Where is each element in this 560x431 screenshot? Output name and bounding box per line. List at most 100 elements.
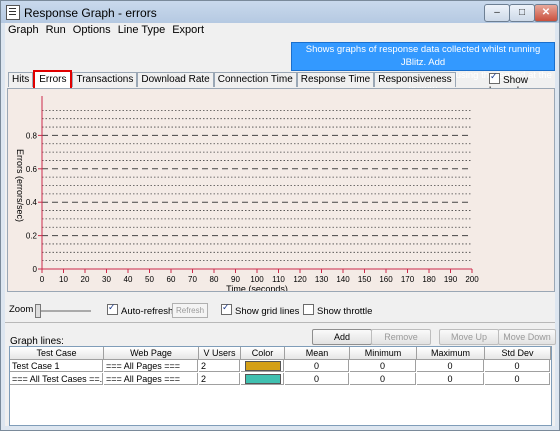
cell-maximum: 0 <box>417 373 484 385</box>
x-tick-label: 150 <box>358 275 372 284</box>
show-throttle-label: Show throttle <box>317 306 373 317</box>
color-swatch[interactable] <box>245 374 281 384</box>
column-header-minimum[interactable]: Minimum <box>350 347 417 360</box>
cell-minimum: 0 <box>350 373 416 385</box>
menu-bar: Graph Run Options Line Type Export <box>5 23 208 39</box>
menu-run[interactable]: Run <box>43 23 69 37</box>
cell-test-case: Test Case 1 <box>10 360 103 372</box>
show-grid-lines-checkbox[interactable]: Show grid lines <box>221 302 300 317</box>
x-tick-label: 180 <box>422 275 436 284</box>
x-tick-label: 120 <box>293 275 307 284</box>
tab-response-time[interactable]: Response Time <box>296 72 375 87</box>
cell-test-case: === All Test Cases ==... <box>10 373 103 385</box>
errors-chart: 0 0.2 0.4 0.6 0.8 0 10 20 30 40 50 60 70 80 90 100 110 12… <box>7 88 555 292</box>
cell-minimum: 0 <box>350 360 416 372</box>
zoom-slider-track[interactable] <box>35 310 91 312</box>
cell-v-users: 2 <box>199 360 240 372</box>
x-tick-label: 190 <box>444 275 458 284</box>
window-title: Response Graph - errors <box>24 6 157 20</box>
checkbox-icon <box>221 302 232 315</box>
x-tick-label: 40 <box>124 275 133 284</box>
response-graph-window: Response Graph - errors – □ ✕ Graph Run … <box>0 0 560 431</box>
title-bar[interactable]: Response Graph - errors – □ ✕ <box>1 1 559 23</box>
tab-transactions[interactable]: Transactions <box>72 72 138 87</box>
x-tick-label: 90 <box>231 275 240 284</box>
menu-export[interactable]: Export <box>169 23 207 37</box>
column-header-mean[interactable]: Mean <box>285 347 350 360</box>
x-tick-label: 0 <box>40 275 45 284</box>
tab-hits[interactable]: Hits <box>8 72 34 87</box>
x-tick-label: 100 <box>250 275 264 284</box>
minimize-button[interactable]: – <box>484 4 510 22</box>
remove-button[interactable]: Remove <box>371 329 431 345</box>
x-tick-label: 20 <box>81 275 90 284</box>
close-button[interactable]: ✕ <box>534 4 558 22</box>
y-tick-label: 0.4 <box>26 198 38 207</box>
checkbox-icon <box>489 71 500 84</box>
column-header-color[interactable]: Color <box>241 347 285 360</box>
cell-mean: 0 <box>285 360 349 372</box>
x-tick-label: 130 <box>315 275 329 284</box>
x-tick-label: 80 <box>210 275 219 284</box>
x-tick-label: 140 <box>336 275 350 284</box>
auto-refresh-checkbox[interactable]: Auto-refresh <box>107 302 174 317</box>
cell-maximum: 0 <box>417 360 484 372</box>
app-icon <box>6 5 20 20</box>
refresh-button[interactable]: Refresh <box>172 303 209 318</box>
show-grid-lines-label: Show grid lines <box>235 306 300 317</box>
x-tick-label: 10 <box>59 275 68 284</box>
cell-std-dev: 0 <box>485 373 550 385</box>
y-tick-label: 0.8 <box>26 131 38 140</box>
move-up-button[interactable]: Move Up <box>439 329 499 345</box>
x-tick-label: 70 <box>188 275 197 284</box>
x-tick-label: 200 <box>465 275 479 284</box>
show-throttle-checkbox[interactable]: Show throttle <box>303 304 372 317</box>
cell-web-page: === All Pages === <box>104 373 198 385</box>
menu-line-type[interactable]: Line Type <box>115 23 169 37</box>
add-button[interactable]: Add <box>312 329 372 345</box>
zoom-label: Zoom <box>9 304 34 315</box>
menu-graph[interactable]: Graph <box>5 23 42 37</box>
column-header-std-dev[interactable]: Std Dev <box>485 347 551 360</box>
x-tick-label: 30 <box>102 275 111 284</box>
info-banner: Shows graphs of response data collected … <box>291 42 555 94</box>
tab-errors[interactable]: Errors <box>33 70 73 90</box>
y-tick-label: 0 <box>33 265 38 274</box>
cell-std-dev: 0 <box>485 360 550 372</box>
divider <box>5 322 555 323</box>
cell-mean: 0 <box>285 373 349 385</box>
cell-v-users: 2 <box>199 373 240 385</box>
x-tick-label: 170 <box>401 275 415 284</box>
x-axis-label: Time (seconds) <box>226 284 288 291</box>
column-header-maximum[interactable]: Maximum <box>417 347 485 360</box>
column-header-v-users[interactable]: V Users <box>199 347 241 360</box>
chart-svg: 0 0.2 0.4 0.6 0.8 0 10 20 30 40 50 60 70 80 90 100 110 12… <box>15 96 479 291</box>
auto-refresh-label: Auto-refresh <box>121 306 174 317</box>
zoom-slider-thumb[interactable] <box>35 304 41 318</box>
x-tick-label: 60 <box>167 275 176 284</box>
x-tick-label: 160 <box>379 275 393 284</box>
column-header-test-case[interactable]: Test Case <box>10 347 104 360</box>
y-tick-label: 0.6 <box>26 165 38 174</box>
y-axis-label: Errors (errors/sec) <box>15 149 25 222</box>
checkbox-icon <box>107 302 118 315</box>
tab-connection-time[interactable]: Connection Time <box>213 72 297 87</box>
color-swatch[interactable] <box>245 361 281 371</box>
x-tick-label: 50 <box>145 275 154 284</box>
x-tick-label: 110 <box>272 275 285 284</box>
tab-responsiveness[interactable]: Responsiveness <box>374 72 456 87</box>
cell-color[interactable] <box>241 360 284 372</box>
menu-options[interactable]: Options <box>70 23 114 37</box>
checkbox-icon <box>303 304 314 315</box>
client-area: Graph Run Options Line Type Export Shows… <box>5 23 556 426</box>
cell-color[interactable] <box>241 373 284 385</box>
tab-download-rate[interactable]: Download Rate <box>137 72 214 87</box>
cell-web-page: === All Pages === <box>104 360 198 372</box>
move-down-button[interactable]: Move Down <box>498 329 556 345</box>
y-tick-label: 0.2 <box>26 232 38 241</box>
graph-tabs: Hits Errors Transactions Download Rate C… <box>8 70 456 90</box>
graph-lines-table: Test Case Web Page V Users Color Mean Mi… <box>9 346 552 426</box>
maximize-button[interactable]: □ <box>509 4 535 22</box>
column-header-web-page[interactable]: Web Page <box>104 347 199 360</box>
info-text-line-1: Shows graphs of response data collected … <box>305 44 541 68</box>
